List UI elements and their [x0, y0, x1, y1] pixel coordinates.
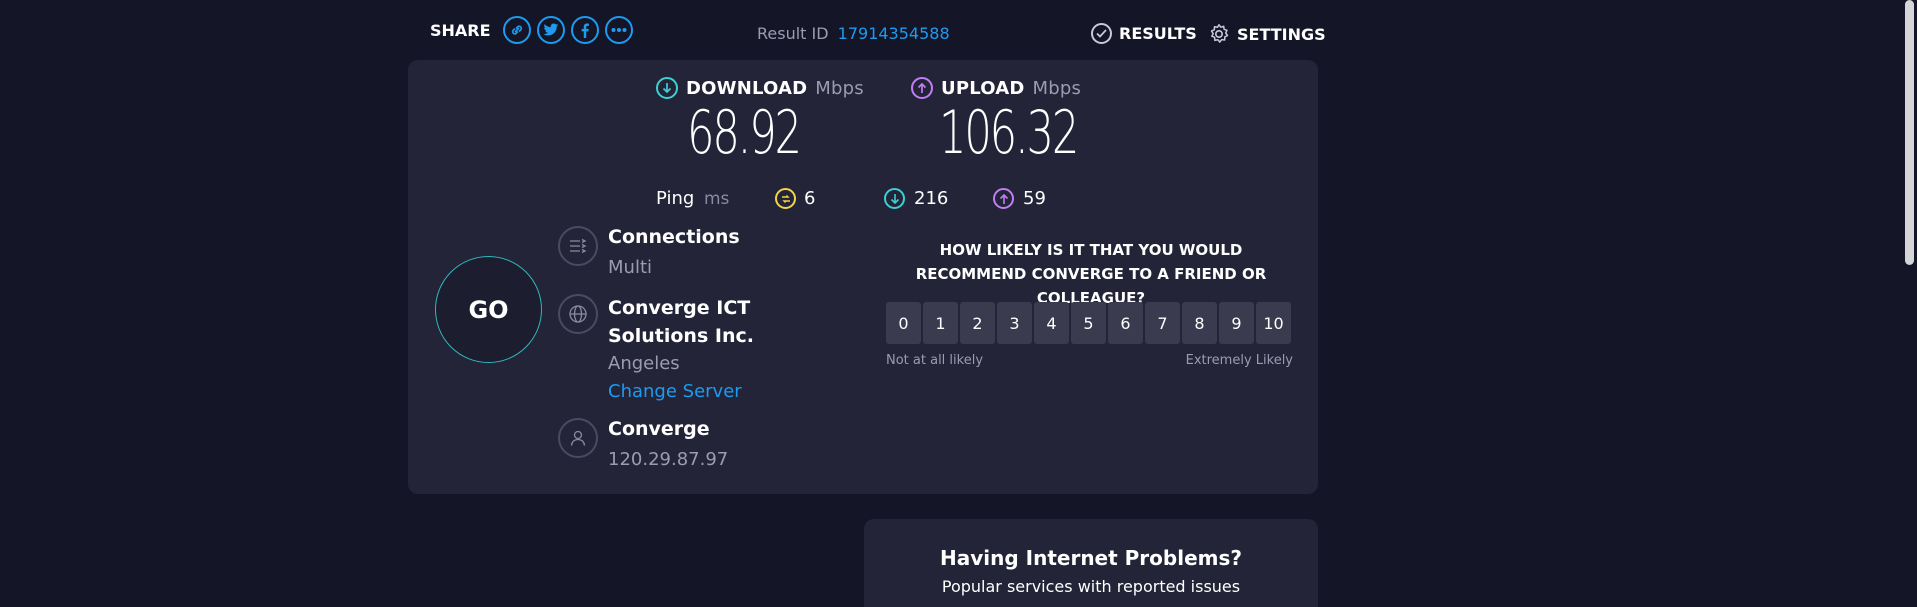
- result-id-link[interactable]: 17914354588: [838, 24, 950, 43]
- results-button[interactable]: RESULTS: [1091, 23, 1197, 44]
- gear-icon: [1208, 23, 1230, 45]
- nps-option-9[interactable]: 9: [1219, 302, 1254, 344]
- upload-ping-value: 59: [1023, 188, 1046, 209]
- download-value: 68.92: [687, 98, 802, 168]
- nps-option-7[interactable]: 7: [1145, 302, 1180, 344]
- facebook-icon[interactable]: [570, 16, 599, 44]
- nps-option-4[interactable]: 4: [1034, 302, 1069, 344]
- results-label: RESULTS: [1119, 24, 1197, 43]
- link-icon[interactable]: [502, 16, 531, 44]
- idle-ping-icon: [775, 188, 796, 209]
- result-id: Result ID 17914354588: [757, 24, 950, 43]
- scrollbar-track[interactable]: [1901, 0, 1917, 607]
- download-ping-value: 216: [914, 188, 949, 209]
- user-icon: [558, 418, 598, 458]
- go-label: GO: [468, 295, 509, 324]
- nps-option-6[interactable]: 6: [1108, 302, 1143, 344]
- upload-header: UPLOAD Mbps: [911, 77, 1081, 99]
- idle-ping-value: 6: [804, 188, 816, 209]
- ping-unit: ms: [704, 189, 730, 209]
- more-icon[interactable]: [604, 16, 633, 44]
- nps-option-2[interactable]: 2: [960, 302, 995, 344]
- go-button[interactable]: GO: [435, 256, 542, 363]
- download-arrow-icon: [656, 77, 678, 99]
- nps-low-label: Not at all likely: [886, 353, 984, 368]
- share-bar: SHARE: [430, 16, 633, 44]
- nps-high-label: Extremely Likely: [1185, 353, 1293, 368]
- problems-title: Having Internet Problems?: [940, 546, 1242, 570]
- upload-arrow-icon: [911, 77, 933, 99]
- settings-label: SETTINGS: [1237, 24, 1326, 44]
- connections-title: Connections: [608, 226, 740, 248]
- download-ping-icon: [884, 188, 905, 209]
- server-name: Converge ICT Solutions Inc.: [608, 297, 754, 347]
- isp-ip: 120.29.87.97: [608, 449, 729, 470]
- upload-label: UPLOAD: [941, 77, 1025, 99]
- download-unit: Mbps: [815, 77, 864, 99]
- upload-ping-icon: [993, 188, 1014, 209]
- globe-icon: [558, 294, 598, 334]
- nps-option-3[interactable]: 3: [997, 302, 1032, 344]
- twitter-icon[interactable]: [536, 16, 565, 44]
- internet-problems-card: Having Internet Problems? Popular servic…: [864, 519, 1318, 607]
- nps-option-1[interactable]: 1: [923, 302, 958, 344]
- download-header: DOWNLOAD Mbps: [656, 77, 864, 99]
- ping-row: Ping ms 6 216 59: [656, 184, 1096, 214]
- upload-value: 106.32: [939, 98, 1079, 168]
- upload-unit: Mbps: [1032, 77, 1082, 99]
- settings-button[interactable]: SETTINGS: [1208, 23, 1326, 45]
- checkmark-icon: [1091, 23, 1112, 44]
- server-location: Angeles: [608, 353, 680, 374]
- change-server-link[interactable]: Change Server: [608, 381, 742, 402]
- problems-subtitle: Popular services with reported issues: [941, 577, 1241, 596]
- nps-option-0[interactable]: 0: [886, 302, 921, 344]
- result-id-label: Result ID: [757, 24, 829, 43]
- connections-value: Multi: [608, 257, 652, 278]
- connections-icon: [558, 226, 598, 266]
- scrollbar-thumb[interactable]: [1905, 0, 1914, 265]
- nps-question: HOW LIKELY IS IT THAT YOU WOULD RECOMMEN…: [915, 241, 1267, 307]
- ping-label: Ping: [656, 188, 695, 209]
- share-label: SHARE: [430, 20, 491, 40]
- nps-option-10[interactable]: 10: [1256, 302, 1291, 344]
- download-label: DOWNLOAD: [686, 77, 808, 99]
- isp-name: Converge: [608, 418, 710, 440]
- speedtest-card: DOWNLOAD Mbps 68.92 UPLOAD Mbps 106.32 P…: [408, 60, 1318, 494]
- nps-option-8[interactable]: 8: [1182, 302, 1217, 344]
- nps-scale: 0 1 2 3 4 5 6 7 8 9 10: [886, 302, 1291, 344]
- nps-option-5[interactable]: 5: [1071, 302, 1106, 344]
